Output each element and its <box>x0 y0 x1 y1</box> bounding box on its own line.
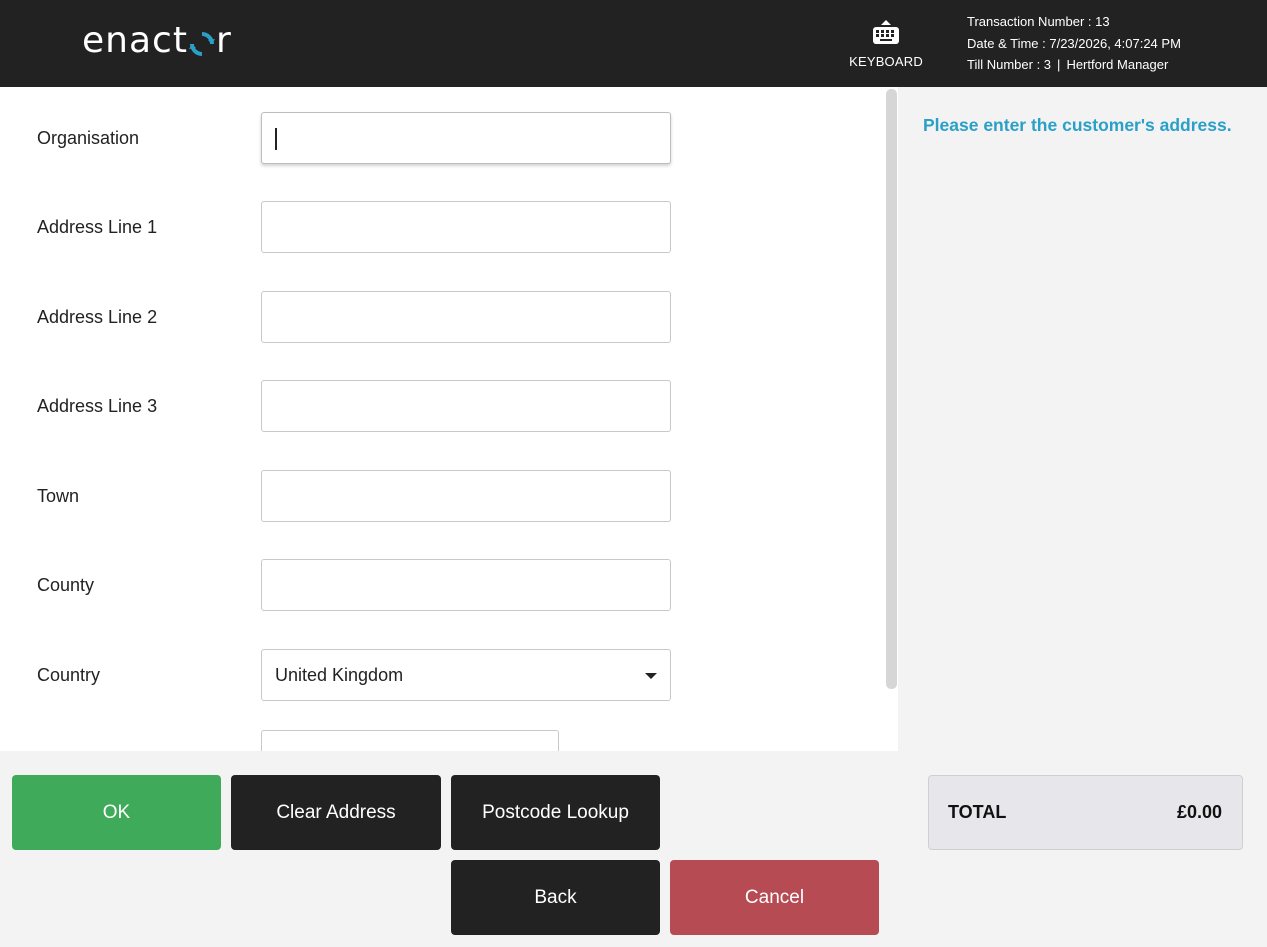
county-input[interactable] <box>261 559 671 611</box>
logo-text-suffix: r <box>215 20 232 61</box>
total-value: £0.00 <box>1176 802 1222 822</box>
header-bar: enact r KEYBOARD Transaction Number : 13 … <box>0 0 1267 87</box>
logo-text-prefix: enact <box>82 20 188 61</box>
logo-refresh-o-icon <box>188 21 216 61</box>
till-number: Till Number : 3 <box>967 57 1052 72</box>
address-form: Organisation Address Line 1 Address Line… <box>0 87 884 751</box>
county-row: County <box>0 559 884 611</box>
operator-name: Hertford Manager <box>1066 57 1169 72</box>
town-label: Town <box>37 486 80 506</box>
address-line-2-row: Address Line 2 <box>0 291 884 343</box>
country-label: Country <box>37 665 101 685</box>
address-line-2-label: Address Line 2 <box>37 307 158 327</box>
organisation-row: Organisation <box>0 112 884 164</box>
ok-button[interactable]: OK <box>12 775 221 850</box>
county-label: County <box>37 575 95 595</box>
separator: | <box>1057 57 1061 72</box>
address-line-1-row: Address Line 1 <box>0 201 884 253</box>
address-line-1-label: Address Line 1 <box>37 217 158 237</box>
total-box: TOTAL £0.00 <box>928 775 1243 850</box>
transaction-info: Transaction Number : 13 Date & Time : 7/… <box>967 11 1181 76</box>
postcode-row-partial <box>0 730 884 751</box>
town-input[interactable] <box>261 470 671 522</box>
till-user-row: Till Number : 3 | Hertford Manager <box>967 54 1181 76</box>
prompt-panel: Please enter the customer's address. <box>898 87 1267 751</box>
total-label: TOTAL <box>948 802 1007 822</box>
clear-address-button[interactable]: Clear Address <box>231 775 441 850</box>
cancel-button[interactable]: Cancel <box>670 860 879 935</box>
scrollbar-thumb[interactable] <box>886 89 897 689</box>
text-caret <box>275 128 277 150</box>
date-time: Date & Time : 7/23/2026, 4:07:24 PM <box>967 35 1181 51</box>
back-button[interactable]: Back <box>451 860 660 935</box>
chevron-down-icon <box>645 673 657 679</box>
country-row: Country United Kingdom <box>0 649 884 701</box>
postcode-input[interactable] <box>261 730 559 751</box>
address-line-3-input[interactable] <box>261 380 671 432</box>
form-scrollbar[interactable] <box>884 87 898 751</box>
address-line-3-label: Address Line 3 <box>37 396 158 416</box>
organisation-input[interactable] <box>261 112 671 164</box>
address-line-1-input[interactable] <box>261 201 671 253</box>
keyboard-button[interactable]: KEYBOARD <box>846 18 926 78</box>
keyboard-label: KEYBOARD <box>849 54 923 69</box>
country-select[interactable]: United Kingdom <box>261 649 671 701</box>
postcode-lookup-button[interactable]: Postcode Lookup <box>451 775 660 850</box>
town-row: Town <box>0 470 884 522</box>
keyboard-icon <box>873 20 899 44</box>
address-line-2-input[interactable] <box>261 291 671 343</box>
enactor-logo: enact r <box>82 21 232 61</box>
prompt-message: Please enter the customer's address. <box>923 115 1232 135</box>
transaction-number: Transaction Number : 13 <box>967 14 1110 29</box>
country-selected-value: United Kingdom <box>275 665 404 685</box>
address-line-3-row: Address Line 3 <box>0 380 884 432</box>
organisation-label: Organisation <box>37 128 140 148</box>
